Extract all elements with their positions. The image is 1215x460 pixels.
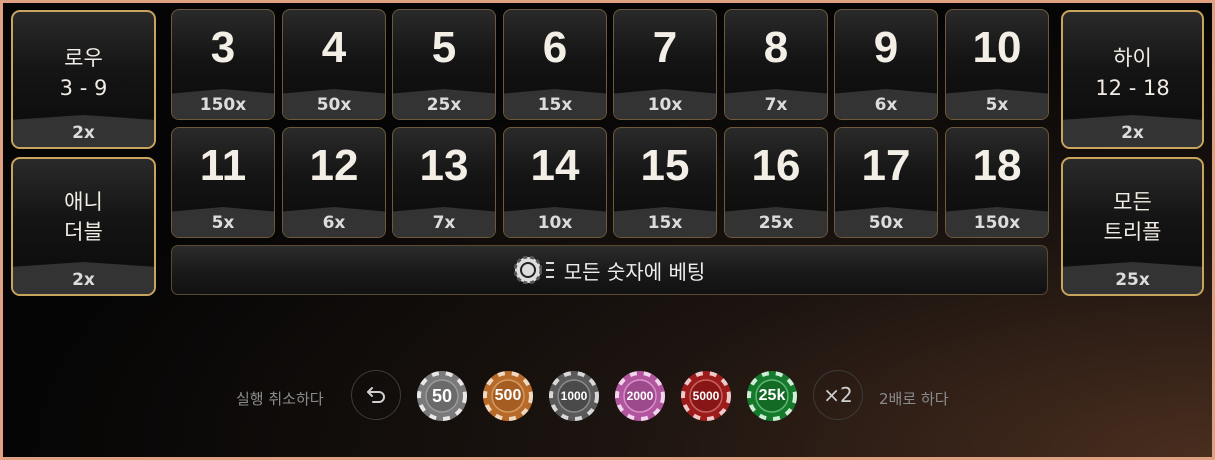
bet-any-triple-line1: 모든 [1113,190,1152,214]
bet-total-15[interactable]: 15 15x [613,127,717,238]
payout: 25x [758,213,794,233]
bet-any-double[interactable]: 애니 더블 2x [11,157,156,296]
total-value: 4 [321,23,347,72]
bet-high-payout: 2x [1121,123,1144,143]
bet-total-9[interactable]: 9 6x [834,9,938,120]
bet-total-10[interactable]: 10 5x [945,9,1049,120]
bet-low-range: 3 - 9 [59,76,108,100]
bet-any-double-line2: 더블 [64,220,103,244]
total-value: 10 [972,23,1022,72]
payout: 7x [432,213,456,233]
total-value: 12 [309,141,359,190]
bet-any-triple-payout: 25x [1115,270,1150,290]
total-value: 17 [861,141,911,190]
total-value: 18 [972,141,1022,190]
chip-label: 25k [758,387,786,404]
chip-1000[interactable]: 1000 [548,370,600,422]
undo-label: 실행 취소하다 [236,390,324,408]
bet-total-8[interactable]: 8 7x [724,9,828,120]
bet-total-12[interactable]: 12 6x [282,127,386,238]
bet-total-11[interactable]: 11 5x [171,127,275,238]
bet-total-13[interactable]: 13 7x [392,127,496,238]
total-value: 15 [640,141,690,190]
chip-stack-icon [513,256,542,284]
bet-high-range: 12 - 18 [1095,76,1170,100]
total-value: 3 [210,23,236,72]
undo-arrow-icon [367,387,385,403]
payout: 6x [322,213,346,233]
payout: 15x [647,213,683,233]
payout: 50x [868,213,904,233]
payout: 10x [537,213,573,233]
total-value: 8 [763,23,789,72]
bet-any-triple[interactable]: 모든 트리플 25x [1061,157,1204,296]
bet-all-label: 모든 숫자에 베팅 [563,259,706,284]
bet-high-title: 하이 [1113,46,1152,70]
total-value: 5 [431,23,457,72]
bet-low-title: 로우 [64,46,103,70]
bet-total-16[interactable]: 16 25x [724,127,828,238]
payout: 7x [764,95,788,115]
payout: 6x [874,95,898,115]
chip-label: 500 [494,387,522,404]
chip-2000[interactable]: 2000 [614,370,666,422]
bet-total-18[interactable]: 18 150x [945,127,1049,238]
bet-low-payout: 2x [72,123,95,143]
bet-low[interactable]: 로우 3 - 9 2x [11,10,156,149]
betting-board: 로우 3 - 9 2x 애니 더블 2x 하이 12 - 18 2x 모든 트리… [3,3,1212,457]
total-value: 9 [873,23,899,72]
total-value: 14 [530,141,580,190]
bet-total-17[interactable]: 17 50x [834,127,938,238]
total-value: 11 [199,141,247,190]
list-lines-icon [545,262,554,278]
payout: 150x [973,213,1021,233]
payout: 15x [537,95,573,115]
bet-total-7[interactable]: 7 10x [613,9,717,120]
payout: 25x [426,95,462,115]
payout: 5x [211,213,235,233]
chip-label: 2000 [626,389,654,403]
chip-label: 1000 [560,389,588,403]
chip-25k[interactable]: 25k [746,370,798,422]
bet-total-6[interactable]: 6 15x [503,9,607,120]
total-value: 16 [751,141,801,190]
payout: 50x [316,95,352,115]
bet-all-numbers-button[interactable]: 모든 숫자에 베팅 [171,245,1048,295]
total-value: 7 [652,23,678,72]
undo-button[interactable] [351,370,401,420]
bet-any-triple-line2: 트리플 [1103,220,1162,244]
double-button[interactable]: ×2 [813,370,863,420]
double-label: 2배로 하다 [879,390,949,408]
chip-label: 50 [431,385,453,406]
chip-label: 5000 [692,389,720,403]
chip-500[interactable]: 500 [482,370,534,422]
payout: 5x [985,95,1009,115]
total-value: 13 [419,141,469,190]
bet-any-double-payout: 2x [72,270,95,290]
chip-50[interactable]: 50 [416,370,468,422]
bet-total-14[interactable]: 14 10x [503,127,607,238]
bet-total-5[interactable]: 5 25x [392,9,496,120]
double-symbol: ×2 [823,383,853,407]
total-value: 6 [542,23,568,72]
bet-total-4[interactable]: 4 50x [282,9,386,120]
bet-any-double-line1: 애니 [64,190,103,214]
bet-high[interactable]: 하이 12 - 18 2x [1061,10,1204,149]
bet-total-3[interactable]: 3 150x [171,9,275,120]
chip-5000[interactable]: 5000 [680,370,732,422]
payout: 10x [647,95,683,115]
payout: 150x [199,95,247,115]
